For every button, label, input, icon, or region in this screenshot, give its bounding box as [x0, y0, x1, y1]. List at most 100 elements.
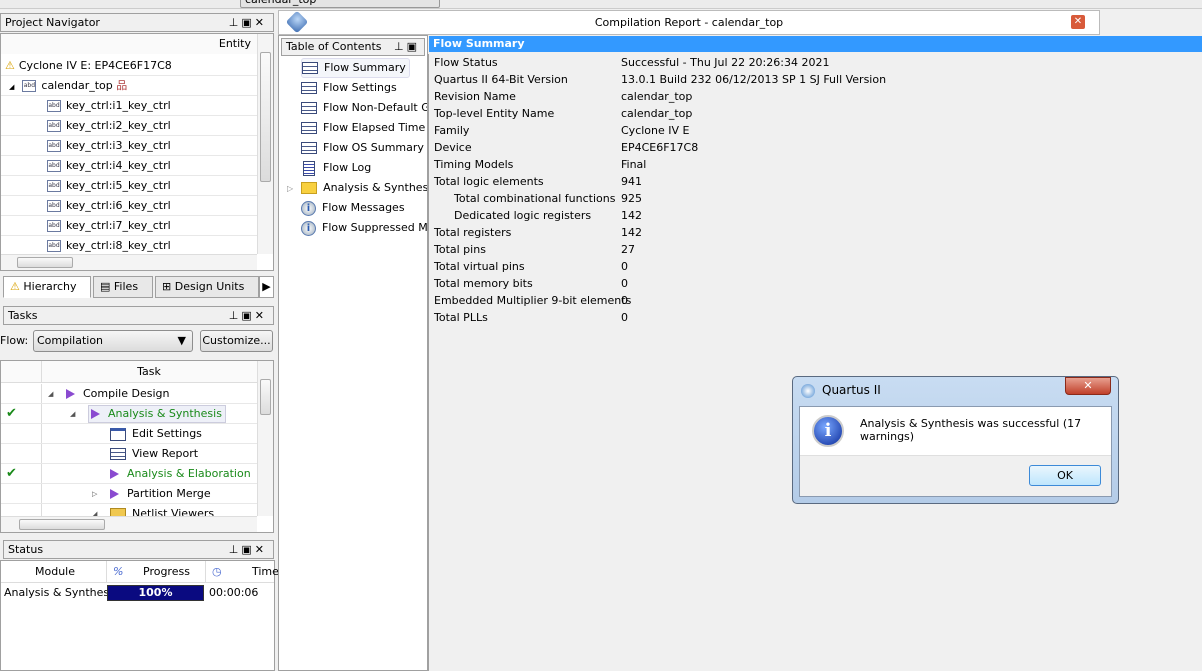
info-icon: i [301, 220, 316, 236]
entity-label: key_ctrl:i5_key_ctrl [66, 179, 171, 192]
summary-value: Final [621, 158, 647, 171]
device-row[interactable]: ⚠ Cyclone IV E: EP4CE6F17C8 [1, 56, 257, 76]
entity-label: key_ctrl:i7_key_ctrl [66, 219, 171, 232]
toolbar [0, 0, 1202, 9]
summary-key: Quartus II 64-Bit Version [434, 73, 568, 86]
summary-value: 142 [621, 209, 642, 222]
document-icon [303, 160, 315, 176]
quartus-dialog: Quartus II ✕ i Analysis & Synthesis was … [792, 376, 1119, 504]
summary-key: Device [434, 141, 472, 154]
entity-icon: abd [47, 240, 61, 252]
entity-label: key_ctrl:i4_key_ctrl [66, 159, 171, 172]
summary-key: Total PLLs [434, 311, 488, 324]
summary-value: 27 [621, 243, 635, 256]
column-progress[interactable]: Progress [143, 561, 190, 583]
entity-icon: abd [47, 220, 61, 232]
ok-button[interactable]: OK [1029, 465, 1101, 486]
task-row[interactable]: View Report [1, 444, 257, 464]
collapse-icon[interactable]: ◢ [48, 384, 53, 404]
quartus-logo-icon [801, 384, 815, 398]
tree-item[interactable]: abd key_ctrl:i6_key_ctrl [1, 196, 257, 216]
tree-item[interactable]: abd key_ctrl:i3_key_ctrl [1, 136, 257, 156]
task-row[interactable]: ◢ Compile Design [1, 384, 257, 404]
panel-controls[interactable]: ⊥▣✕ [229, 307, 267, 324]
entity-label: key_ctrl:i2_key_ctrl [66, 119, 171, 132]
tree-item[interactable]: abd key_ctrl:i7_key_ctrl [1, 216, 257, 236]
entity-label: key_ctrl:i6_key_ctrl [66, 199, 171, 212]
vertical-scrollbar[interactable] [257, 34, 273, 254]
toc-item[interactable]: i Flow Suppressed Messages [301, 218, 427, 238]
status-time: 00:00:06 [209, 586, 259, 599]
customize-button[interactable]: Customize... [200, 330, 273, 352]
task-label: Analysis & Elaboration [127, 467, 251, 480]
info-icon: i [812, 415, 844, 447]
flow-label: Flow: [0, 334, 29, 347]
tree-item[interactable]: abd key_ctrl:i4_key_ctrl [1, 156, 257, 176]
toc-label: Flow Suppressed Messages [322, 221, 427, 234]
document-icon: ▤ [100, 280, 111, 293]
tree-item[interactable]: abd key_ctrl:i2_key_ctrl [1, 116, 257, 136]
flow-select[interactable]: Compilation ▼ [33, 330, 193, 352]
table-icon [110, 448, 126, 460]
progress-text: 100% [138, 586, 173, 599]
collapse-icon[interactable]: ◢ [70, 404, 75, 424]
horizontal-scrollbar[interactable] [1, 516, 257, 532]
device-label: Cyclone IV E: EP4CE6F17C8 [18, 59, 172, 72]
collapse-icon[interactable]: ◢ [92, 504, 97, 516]
entity-icon: abd [47, 200, 61, 212]
table-icon [301, 102, 317, 114]
task-row[interactable]: ▷ Partition Merge [1, 484, 257, 504]
percent-icon: % [106, 561, 123, 582]
entity-column-header[interactable]: Entity [1, 34, 257, 54]
toc-item[interactable]: Flow Settings [301, 78, 397, 98]
entity-icon: abd [47, 180, 61, 192]
tree-item[interactable]: abd key_ctrl:i5_key_ctrl [1, 176, 257, 196]
horizontal-scrollbar[interactable] [1, 254, 257, 270]
column-time[interactable]: Time [252, 561, 279, 583]
toc-item[interactable]: Flow Non-Default Global Settings [301, 98, 427, 118]
tree-item-top[interactable]: ◢ abd calendar_top 品 [1, 76, 257, 96]
toc-item[interactable]: Flow Elapsed Time [301, 118, 425, 138]
tab-label: Files [113, 280, 139, 293]
folder-icon [110, 508, 126, 516]
dialog-close-button[interactable]: ✕ [1065, 377, 1111, 395]
toc-item[interactable]: Flow Summary [301, 58, 410, 78]
tree-item[interactable]: abd key_ctrl:i1_key_ctrl [1, 96, 257, 116]
expand-icon[interactable]: ▷ [287, 184, 293, 193]
task-column-header[interactable]: Task [41, 361, 257, 383]
tab-hierarchy[interactable]: ⚠ Hierarchy [3, 276, 91, 298]
clock-icon: ◷ [205, 561, 222, 582]
entity-label: key_ctrl:i8_key_ctrl [66, 239, 171, 252]
task-row[interactable]: ✔ ◢ Analysis & Synthesis [1, 404, 257, 424]
panel-title: Status [8, 543, 44, 556]
task-row[interactable]: Edit Settings [1, 424, 257, 444]
summary-key: Family [434, 124, 470, 137]
tab-scroll-right[interactable]: ▶ [259, 276, 274, 298]
close-report-button[interactable]: ✕ [1071, 15, 1085, 29]
toc-label: Flow Elapsed Time [323, 121, 426, 134]
entity-icon: abd [47, 140, 61, 152]
entity-icon: abd [47, 100, 61, 112]
task-row[interactable]: ◢ Netlist Viewers [1, 504, 257, 516]
toc-item[interactable]: Flow OS Summary [301, 138, 424, 158]
expand-icon[interactable]: ▷ [92, 484, 97, 504]
toc-item[interactable]: i Flow Messages [301, 198, 405, 218]
panel-controls[interactable]: ⊥▣✕ [229, 14, 267, 31]
toc-item[interactable]: ▷ Analysis & Synthesis [287, 178, 427, 198]
column-module[interactable]: Module [35, 561, 75, 583]
play-icon [91, 409, 100, 419]
task-row[interactable]: ✔ Analysis & Elaboration [1, 464, 257, 484]
project-selector[interactable]: calendar_top [240, 0, 440, 8]
panel-controls[interactable]: ⊥▣ [394, 39, 420, 55]
vertical-scrollbar[interactable] [257, 361, 273, 516]
task-label: Netlist Viewers [132, 507, 215, 516]
panel-controls[interactable]: ⊥▣✕ [229, 541, 267, 558]
tree-item[interactable]: abd key_ctrl:i8_key_ctrl [1, 236, 257, 254]
tab-files[interactable]: ▤ Files [93, 276, 153, 298]
toc-item[interactable]: Flow Log [301, 158, 371, 178]
summary-key: Top-level Entity Name [434, 107, 555, 120]
status-module: Analysis & Synthesis [4, 586, 118, 599]
toc-header: Table of Contents ⊥▣ [281, 38, 425, 56]
tab-design-units[interactable]: ⊞ Design Units [155, 276, 259, 298]
task-label: Analysis & Synthesis [108, 407, 222, 420]
